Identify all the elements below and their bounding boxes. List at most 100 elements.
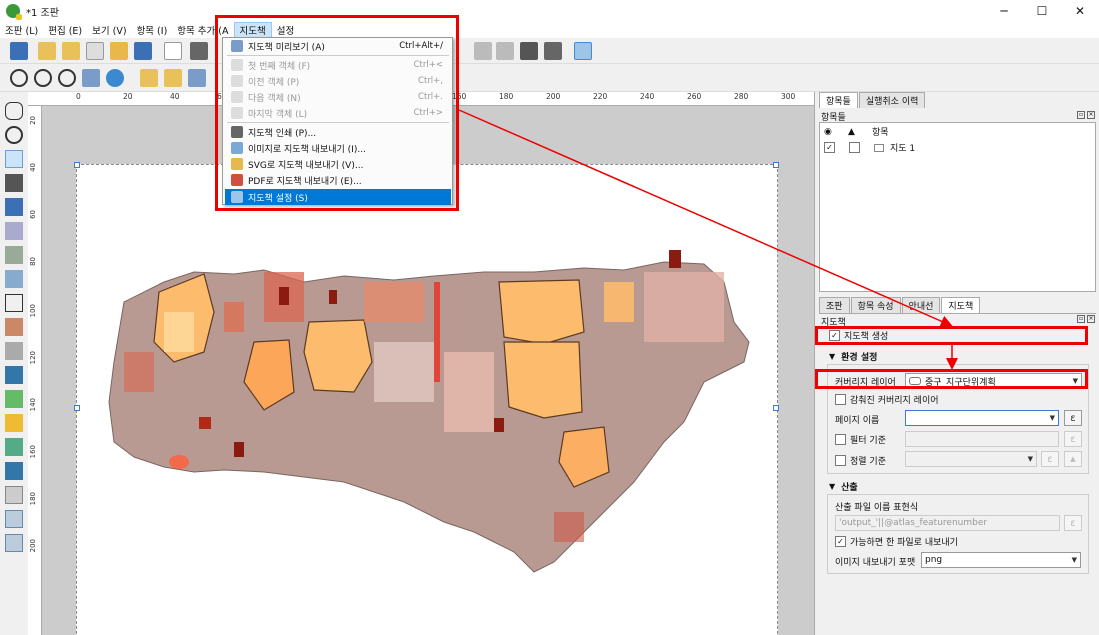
filter-checkbox[interactable] (835, 434, 846, 445)
pan-hand-icon[interactable] (5, 102, 23, 120)
add-marker-icon[interactable] (5, 414, 23, 432)
lock-items-icon[interactable] (164, 69, 182, 87)
float-panel-icon[interactable]: ▫ (1077, 315, 1085, 323)
config-section-header[interactable]: ▼ 환경 설정 (829, 350, 877, 363)
menu-edit[interactable]: 편집 (E) (43, 23, 87, 37)
generate-atlas-row[interactable]: ✓ 지도책 생성 (829, 329, 888, 342)
single-file-row[interactable]: ✓ 가능하면 한 파일로 내보내기 (835, 535, 958, 548)
menu-item-atlas-preview[interactable]: 지도책 미리보기 (A) Ctrl+Alt+/ (225, 38, 451, 54)
add-attribute-table-icon[interactable] (5, 510, 23, 528)
close-panel-icon[interactable]: × (1087, 315, 1095, 323)
close-button[interactable]: ✕ (1061, 0, 1099, 22)
coverage-layer-combo[interactable]: 중구_지구단위계획 ▼ (905, 373, 1082, 389)
output-section-header[interactable]: ▼ 산출 (829, 480, 858, 493)
sort-ascending-button[interactable]: ▲ (1064, 451, 1082, 467)
item-row[interactable]: ✓ 지도 1 (824, 141, 915, 154)
sort-combo[interactable]: ▼ (905, 451, 1037, 467)
add-legend-icon[interactable] (5, 318, 23, 336)
menu-settings[interactable]: 설정 (272, 23, 299, 37)
zoom-in-icon[interactable] (10, 69, 28, 87)
open-folder-icon[interactable] (110, 42, 128, 60)
items-list[interactable]: ◉ ▲ 항목 ✓ 지도 1 (819, 122, 1096, 292)
tab-atlas[interactable]: 지도책 (941, 297, 981, 313)
menu-item-next-feature[interactable]: 다음 객체 (N) Ctrl+. (225, 89, 451, 105)
selection-handle[interactable] (74, 162, 80, 168)
menu-items[interactable]: 항목 (I) (132, 23, 173, 37)
save-icon[interactable] (10, 42, 28, 60)
single-file-checkbox[interactable]: ✓ (835, 536, 846, 547)
close-panel-icon[interactable]: × (1087, 111, 1095, 119)
duplicate-layout-icon[interactable] (62, 42, 80, 60)
layout-manager-icon[interactable] (86, 42, 104, 60)
tab-undo-history[interactable]: 실행취소 이력 (858, 92, 926, 108)
sort-checkbox[interactable] (835, 455, 846, 466)
menu-view[interactable]: 보기 (V) (87, 23, 131, 37)
last-feature-toolbar-icon[interactable] (496, 42, 514, 60)
add-3d-map-icon[interactable] (5, 246, 23, 264)
filter-row[interactable]: 필터 기준 (835, 433, 886, 446)
menu-atlas[interactable]: 지도책 (233, 22, 272, 38)
print-atlas-icon[interactable] (520, 42, 538, 60)
map-item[interactable] (104, 242, 754, 582)
atlas-settings-toolbar-icon[interactable] (574, 42, 592, 60)
new-layout-icon[interactable] (38, 42, 56, 60)
add-shape-icon[interactable] (5, 390, 23, 408)
selection-handle[interactable] (773, 162, 779, 168)
float-panel-icon[interactable]: ▫ (1077, 111, 1085, 119)
raise-items-icon[interactable] (140, 69, 158, 87)
page-name-combo[interactable]: ▼ (905, 410, 1059, 426)
item-lock-checkbox[interactable] (849, 142, 860, 153)
tab-items[interactable]: 항목들 (819, 92, 858, 108)
print-layout-icon[interactable] (190, 42, 208, 60)
zoom-out-icon[interactable] (34, 69, 52, 87)
menu-item-export-pdf[interactable]: PDF로 지도책 내보내기 (E)... (225, 172, 451, 188)
next-feature-toolbar-icon[interactable] (474, 42, 492, 60)
generate-atlas-checkbox[interactable]: ✓ (829, 330, 840, 341)
zoom-actual-icon[interactable] (58, 69, 76, 87)
menu-item-export-svg[interactable]: SVG로 지도책 내보내기 (V)... (225, 156, 451, 172)
add-map-icon[interactable] (5, 222, 23, 240)
export-atlas-icon[interactable] (544, 42, 562, 60)
add-label-icon[interactable] (5, 294, 23, 312)
add-north-arrow-icon[interactable] (5, 366, 23, 384)
refresh-icon[interactable] (106, 69, 124, 87)
add-polygon-icon[interactable] (5, 462, 23, 480)
menu-item-first-feature[interactable]: 첫 번째 객체 (F) Ctrl+< (225, 57, 451, 73)
image-format-combo[interactable]: png ▼ (921, 552, 1081, 568)
selection-handle[interactable] (773, 405, 779, 411)
selection-handle[interactable] (74, 405, 80, 411)
output-expression-button[interactable]: ε (1064, 515, 1082, 531)
sort-row[interactable]: 정렬 기준 (835, 454, 886, 467)
filter-input[interactable] (905, 431, 1059, 447)
menu-item-atlas-settings[interactable]: 지도책 설정 (S) (225, 189, 451, 205)
zoom-tool-icon[interactable] (5, 126, 23, 144)
add-html-icon[interactable] (5, 486, 23, 504)
page-name-expression-button[interactable]: ε (1064, 410, 1082, 426)
maximize-button[interactable]: ☐ (1023, 0, 1061, 22)
hidden-coverage-checkbox[interactable] (835, 394, 846, 405)
menu-item-previous-feature[interactable]: 이전 객체 (P) Ctrl+, (225, 73, 451, 89)
new-page-icon[interactable] (164, 42, 182, 60)
add-scalebar-icon[interactable] (5, 342, 23, 360)
menu-item-print-atlas[interactable]: 지도책 인쇄 (P)... (225, 124, 451, 140)
menu-add-item[interactable]: 항목 추가 (A (172, 23, 233, 37)
output-expr-input[interactable]: 'output_'||@atlas_featurenumber (835, 515, 1060, 531)
move-content-icon[interactable] (5, 174, 23, 192)
minimize-button[interactable]: ─ (985, 0, 1023, 22)
align-items-icon[interactable] (188, 69, 206, 87)
tab-item-properties[interactable]: 항목 속성 (850, 297, 901, 313)
edit-nodes-icon[interactable] (5, 198, 23, 216)
item-visible-checkbox[interactable]: ✓ (824, 142, 835, 153)
save-template-icon[interactable] (134, 42, 152, 60)
hidden-coverage-row[interactable]: 감춰진 커버리지 레이어 (835, 393, 939, 406)
tab-layout[interactable]: 조판 (819, 297, 850, 313)
menu-item-last-feature[interactable]: 마지막 객체 (L) Ctrl+> (225, 105, 451, 121)
menu-layout[interactable]: 조판 (L) (0, 23, 43, 37)
menu-item-export-image[interactable]: 이미지로 지도책 내보내기 (I)... (225, 140, 451, 156)
add-fixed-table-icon[interactable] (5, 534, 23, 552)
select-tool-icon[interactable] (5, 150, 23, 168)
filter-expression-button[interactable]: ε (1064, 431, 1082, 447)
zoom-full-icon[interactable] (82, 69, 100, 87)
add-picture-icon[interactable] (5, 270, 23, 288)
tab-guides[interactable]: 안내선 (901, 297, 941, 313)
